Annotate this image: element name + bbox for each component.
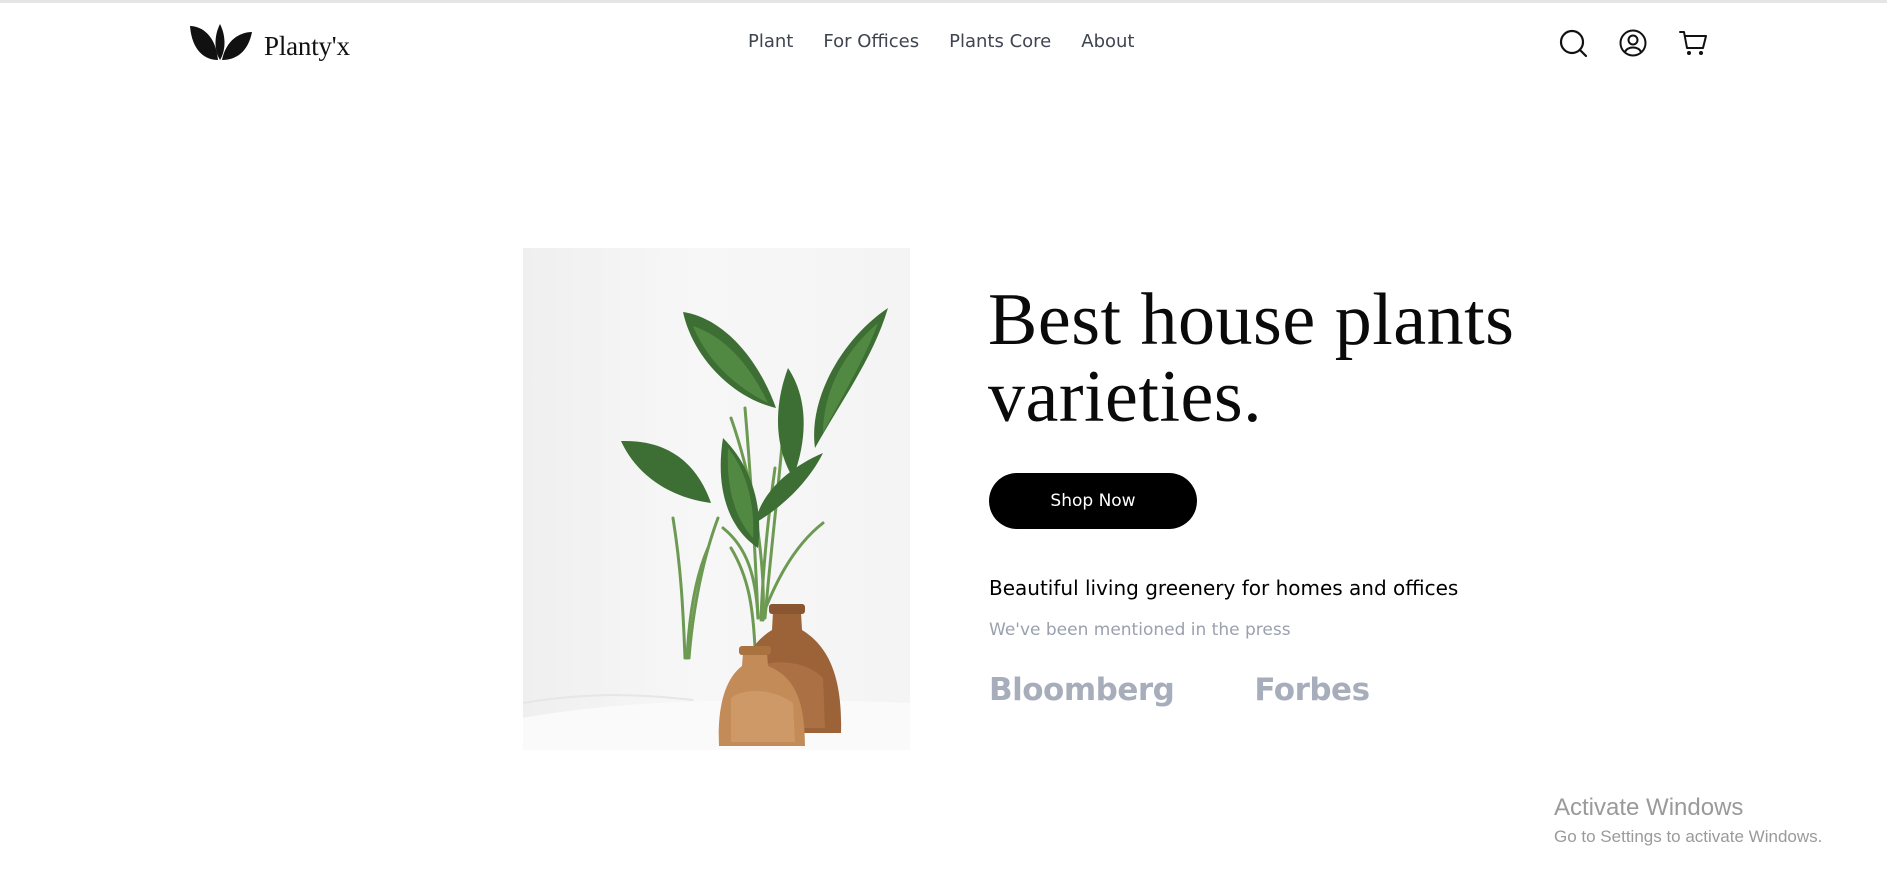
watermark-subtitle: Go to Settings to activate Windows. — [1554, 827, 1823, 846]
user-icon[interactable] — [1618, 28, 1648, 58]
nav-about[interactable]: About — [1081, 31, 1134, 52]
hero-plant-image — [523, 248, 910, 750]
shop-now-button[interactable]: Shop Now — [989, 473, 1197, 529]
main-nav: Plant For Offices Plants Core About — [748, 31, 1134, 52]
press-note: We've been mentioned in the press — [989, 620, 1291, 640]
hero-headline-line1: Best house plants — [988, 279, 1515, 361]
press-logos: Bloomberg Forbes — [989, 672, 1370, 708]
search-icon[interactable] — [1558, 28, 1588, 58]
activate-windows-watermark: Activate Windows Go to Settings to activ… — [1554, 793, 1822, 849]
hero-headline-line2: varieties. — [988, 356, 1263, 438]
hero-tagline: Beautiful living greenery for homes and … — [989, 576, 1459, 600]
nav-plant[interactable]: Plant — [748, 31, 793, 52]
cart-icon[interactable] — [1678, 28, 1708, 58]
press-logo-forbes: Forbes — [1254, 672, 1370, 708]
brand-name: Planty'x — [264, 30, 350, 61]
browser-top-border — [0, 0, 1887, 3]
press-logo-bloomberg: Bloomberg — [989, 672, 1175, 708]
brand-logo[interactable]: Planty'x — [188, 22, 350, 64]
header-actions — [1558, 28, 1708, 58]
leaf-logo-icon — [188, 22, 254, 64]
hero-headline: Best house plants varieties. — [988, 282, 1628, 436]
nav-for-offices[interactable]: For Offices — [823, 31, 919, 52]
nav-plants-core[interactable]: Plants Core — [949, 31, 1051, 52]
watermark-title: Activate Windows — [1554, 794, 1744, 821]
